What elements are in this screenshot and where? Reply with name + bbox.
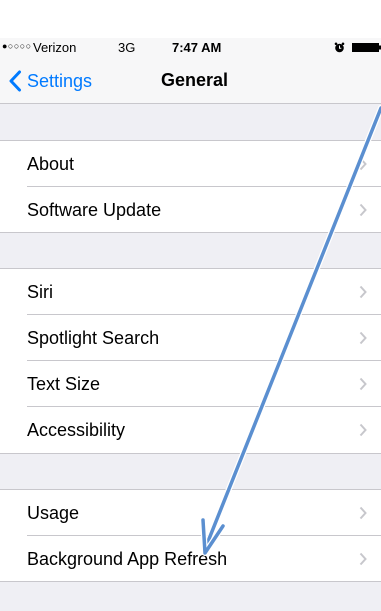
settings-group-usage: Usage Background App Refresh bbox=[0, 489, 381, 582]
status-bar: ●○○○○ Verizon 3G 7:47 AM bbox=[0, 38, 381, 58]
chevron-right-icon bbox=[359, 203, 367, 217]
chevron-right-icon bbox=[359, 423, 367, 437]
row-label: Accessibility bbox=[27, 420, 126, 440]
signal-strength: ●○○○○ bbox=[2, 41, 32, 51]
row-label: Text Size bbox=[27, 374, 101, 394]
row-label: Background App Refresh bbox=[27, 549, 228, 569]
navigation-bar: Settings General bbox=[0, 58, 381, 104]
row-siri[interactable]: Siri bbox=[0, 269, 381, 315]
chevron-left-icon bbox=[9, 70, 21, 92]
row-text-size[interactable]: Text Size bbox=[0, 361, 381, 407]
network-type: 3G bbox=[118, 40, 136, 55]
chevron-right-icon bbox=[359, 285, 367, 299]
row-spotlight-search[interactable]: Spotlight Search bbox=[0, 315, 381, 361]
row-label: About bbox=[27, 154, 75, 174]
chevron-right-icon bbox=[359, 377, 367, 391]
back-button-label: Settings bbox=[27, 70, 93, 91]
settings-list: About Software Update Siri Spotlight Sea… bbox=[0, 104, 381, 611]
row-label: Spotlight Search bbox=[27, 328, 160, 348]
back-button[interactable]: Settings bbox=[8, 68, 92, 94]
chevron-right-icon bbox=[359, 157, 367, 171]
row-usage[interactable]: Usage bbox=[0, 490, 381, 536]
status-time: 7:47 AM bbox=[172, 40, 222, 55]
row-background-app-refresh[interactable]: Background App Refresh bbox=[0, 536, 381, 582]
chevron-right-icon bbox=[359, 506, 367, 520]
page-title: General bbox=[161, 70, 229, 90]
settings-group-siri: Siri Spotlight Search Text Size Accessib… bbox=[0, 268, 381, 454]
chevron-right-icon bbox=[359, 331, 367, 345]
row-label: Usage bbox=[27, 503, 80, 523]
row-label: Software Update bbox=[27, 200, 162, 220]
settings-group-about: About Software Update bbox=[0, 140, 381, 233]
screenshot-top-margin bbox=[0, 0, 381, 38]
chevron-right-icon bbox=[359, 552, 367, 566]
row-about[interactable]: About bbox=[0, 141, 381, 187]
alarm-clock-icon bbox=[334, 42, 345, 53]
carrier-name: Verizon bbox=[33, 40, 77, 55]
row-label: Siri bbox=[27, 282, 53, 302]
row-software-update[interactable]: Software Update bbox=[0, 187, 381, 233]
row-accessibility[interactable]: Accessibility bbox=[0, 407, 381, 453]
battery-icon bbox=[352, 43, 381, 52]
